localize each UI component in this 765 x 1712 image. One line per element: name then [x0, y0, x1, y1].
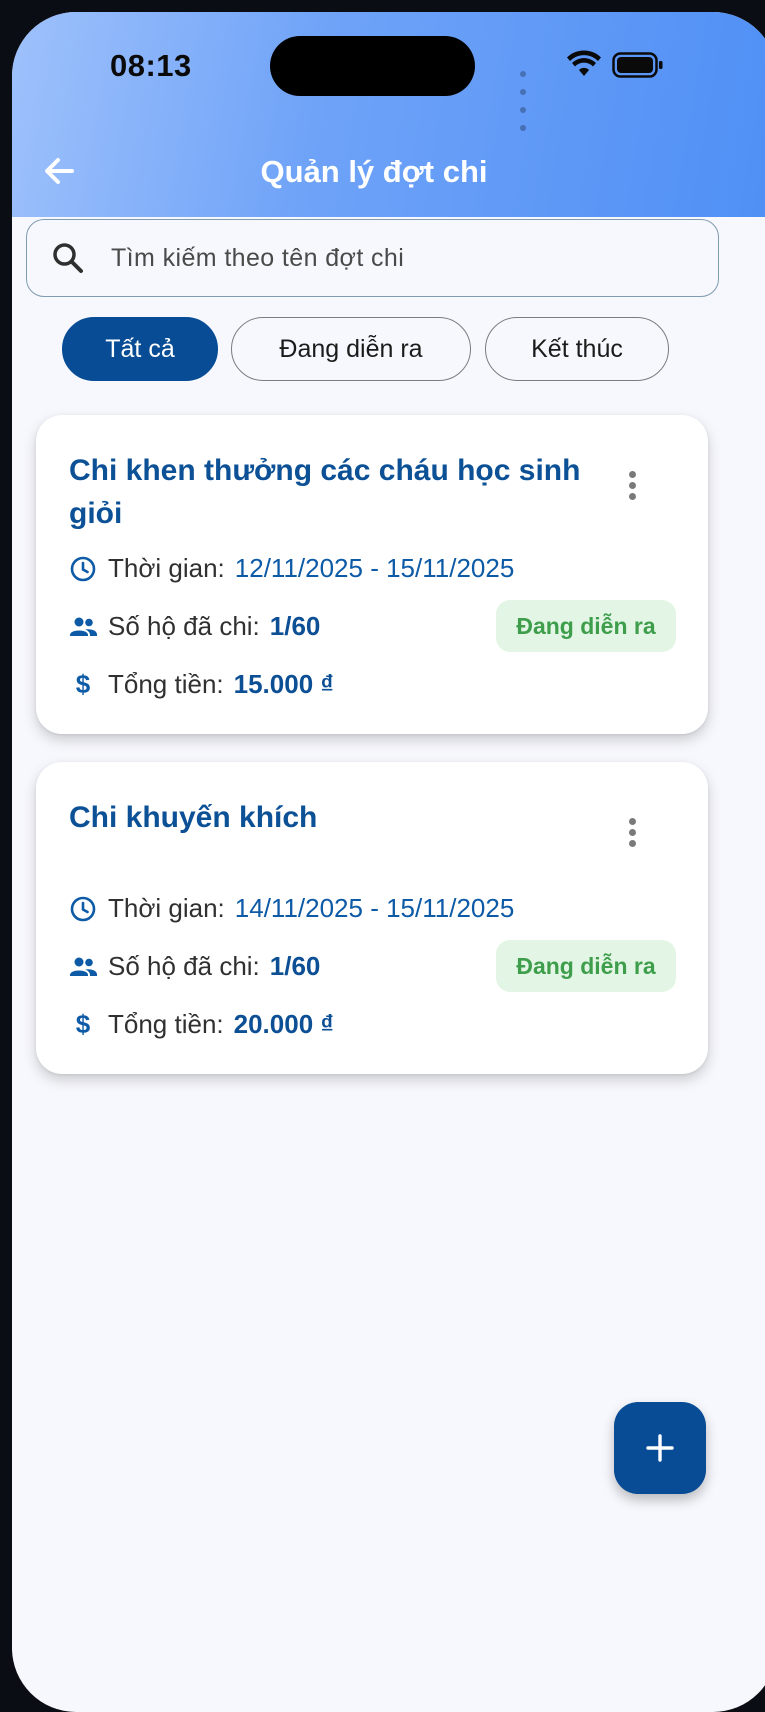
dollar-icon: $	[75, 1009, 91, 1039]
plus-icon	[646, 1434, 674, 1462]
time-value: 14/11/2025 - 15/11/2025	[234, 893, 515, 923]
search-input[interactable]	[111, 238, 691, 278]
add-button[interactable]	[614, 1402, 706, 1494]
total-label: Tổng tiền:	[108, 1009, 224, 1039]
dynamic-island	[270, 36, 475, 96]
total-value: 20.000 ₫	[233, 1009, 334, 1039]
total-value: 15.000 ₫	[233, 669, 334, 699]
time-label: Thời gian:	[108, 893, 225, 923]
expense-card[interactable]: Chi khuyến khích Thời gian: 14/11/2025 -…	[36, 762, 708, 1074]
time-label: Thời gian:	[108, 553, 225, 583]
battery-icon	[612, 52, 663, 78]
more-vertical-icon[interactable]	[626, 471, 638, 505]
app-header: 08:13 Quản lý đợt chi	[12, 12, 765, 217]
search-box[interactable]	[26, 219, 719, 297]
wifi-icon	[567, 50, 601, 76]
households-value: 1/60	[269, 611, 321, 641]
status-badge: Đang diễn ra	[496, 940, 676, 992]
clock-icon	[68, 554, 98, 584]
total-label: Tổng tiền:	[108, 669, 224, 699]
cellular-signal-icon	[520, 64, 528, 136]
households-label: Số hộ đã chi:	[108, 951, 260, 981]
households-row: Số hộ đã chi: 1/60	[68, 611, 320, 642]
time-row: Thời gian: 12/11/2025 - 15/11/2025	[68, 553, 514, 584]
filter-chip-ongoing[interactable]: Đang diễn ra	[231, 317, 471, 381]
dollar-icon: $	[75, 669, 91, 699]
expense-card[interactable]: Chi khen thưởng các cháu học sinh giỏi T…	[36, 415, 708, 734]
status-time: 08:13	[110, 48, 192, 83]
time-value: 12/11/2025 - 15/11/2025	[234, 553, 515, 583]
more-vertical-icon[interactable]	[626, 818, 638, 852]
total-row: $ Tổng tiền: 15.000 ₫	[68, 669, 334, 700]
people-icon	[68, 952, 98, 982]
households-label: Số hộ đã chi:	[108, 611, 260, 641]
households-row: Số hộ đã chi: 1/60	[68, 951, 320, 982]
status-badge: Đang diễn ra	[496, 600, 676, 652]
households-value: 1/60	[269, 951, 321, 981]
phone-screen: 08:13 Quản lý đợt chi Tìm kiếm theo tên …	[12, 12, 765, 1712]
filter-chip-ended[interactable]: Kết thúc	[485, 317, 669, 381]
people-icon	[68, 612, 98, 642]
filter-chip-all[interactable]: Tất cả	[62, 317, 218, 381]
search-icon	[53, 243, 83, 273]
page-title: Quản lý đợt chi	[260, 154, 488, 189]
card-title: Chi khen thưởng các cháu học sinh giỏi	[69, 454, 581, 530]
time-row: Thời gian: 14/11/2025 - 15/11/2025	[68, 893, 514, 924]
total-row: $ Tổng tiền: 20.000 ₫	[68, 1009, 334, 1040]
clock-icon	[68, 894, 98, 924]
card-title: Chi khuyến khích	[69, 801, 318, 834]
